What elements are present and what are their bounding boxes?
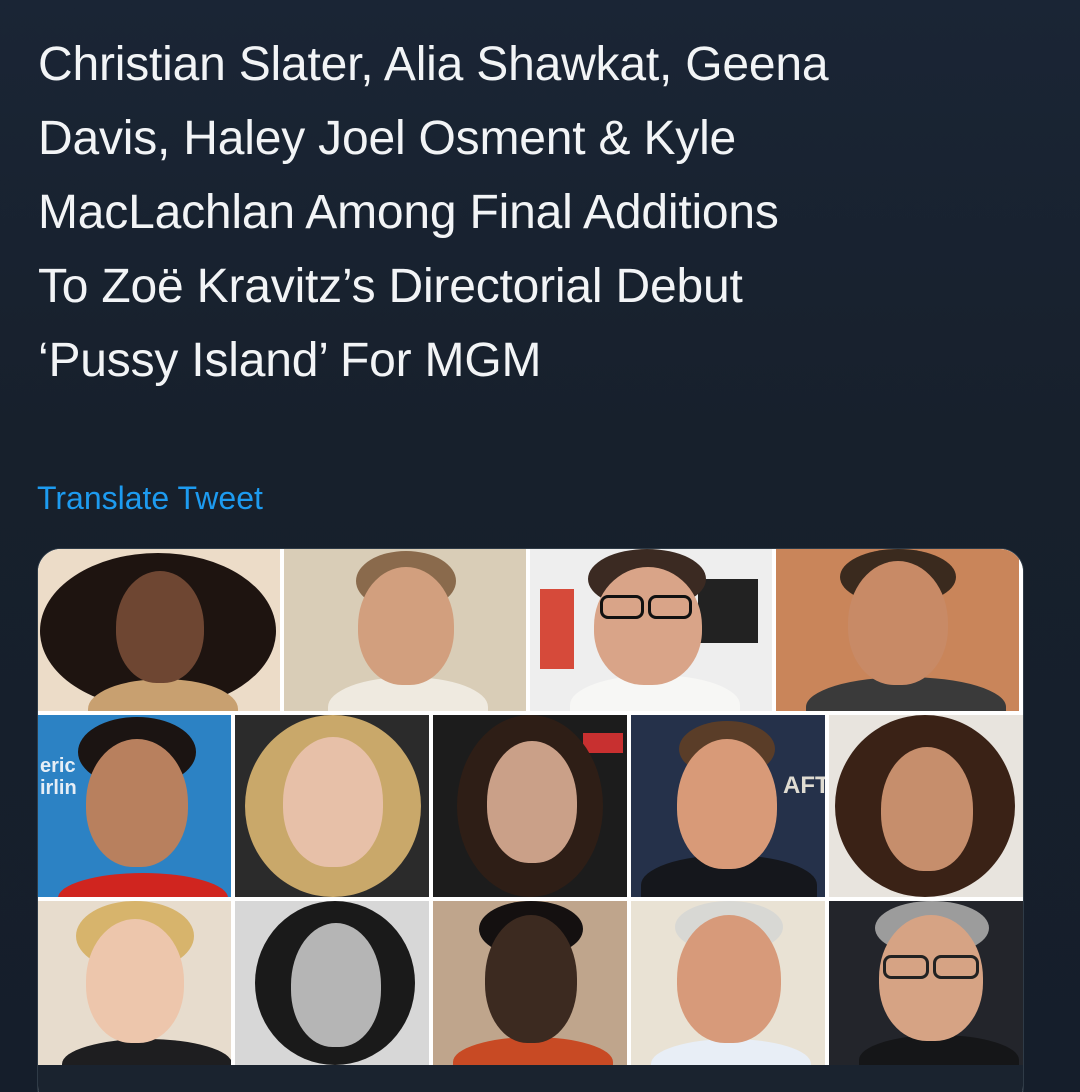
cast-photo bbox=[284, 549, 526, 711]
tweet-line: ‘Pussy Island’ For MGM bbox=[38, 334, 542, 387]
face-shape bbox=[358, 567, 454, 685]
cast-photo bbox=[235, 901, 429, 1065]
photo-row-1 bbox=[38, 549, 1023, 711]
cast-photo bbox=[433, 715, 627, 897]
cast-photo: eric irlin bbox=[38, 715, 231, 897]
face-shape bbox=[881, 747, 973, 871]
cast-photo bbox=[38, 549, 280, 711]
face-shape bbox=[848, 561, 948, 685]
backdrop-shape bbox=[583, 733, 623, 753]
face-shape bbox=[86, 919, 184, 1043]
backdrop-sign-text: eric irlin bbox=[40, 755, 77, 799]
cast-photo bbox=[235, 715, 429, 897]
backdrop-shape bbox=[698, 579, 758, 643]
media-card-bottom bbox=[38, 1065, 1023, 1092]
face-shape bbox=[677, 739, 777, 869]
face-shape bbox=[485, 915, 577, 1043]
backdrop-shape bbox=[540, 589, 574, 669]
face-shape bbox=[677, 915, 781, 1043]
cast-photo bbox=[38, 901, 231, 1065]
face-shape bbox=[291, 923, 381, 1047]
face-shape bbox=[86, 739, 188, 867]
tweet-text: Christian Slater, Alia Shawkat, Geena Da… bbox=[38, 28, 1048, 398]
cast-photo bbox=[631, 901, 825, 1065]
cast-photo bbox=[776, 549, 1019, 711]
backdrop-sign-text: AFT bbox=[783, 772, 825, 799]
cast-photo bbox=[829, 715, 1023, 897]
cast-photo bbox=[530, 549, 772, 711]
glasses-shape bbox=[933, 955, 979, 979]
translate-tweet-link[interactable]: Translate Tweet bbox=[37, 478, 263, 518]
cast-photo bbox=[433, 901, 627, 1065]
torso-shape bbox=[62, 1039, 231, 1065]
tweet-line: MacLachlan Among Final Additions bbox=[38, 186, 779, 239]
cast-photo: AFT bbox=[631, 715, 825, 897]
face-shape bbox=[116, 571, 204, 683]
tweet-line: To Zoë Kravitz’s Directorial Debut bbox=[38, 260, 743, 313]
face-shape bbox=[487, 741, 577, 863]
tweet-line: Davis, Haley Joel Osment & Kyle bbox=[38, 112, 737, 165]
photo-row-2: eric irlin AFT bbox=[38, 715, 1023, 897]
face-shape bbox=[283, 737, 383, 867]
media-image-card[interactable]: eric irlin AFT bbox=[37, 548, 1024, 1092]
cast-photo bbox=[829, 901, 1023, 1065]
torso-shape bbox=[58, 873, 228, 897]
glasses-shape bbox=[883, 955, 929, 979]
photo-row-3 bbox=[38, 901, 1023, 1065]
face-shape bbox=[594, 567, 702, 685]
tweet-line: Christian Slater, Alia Shawkat, Geena bbox=[38, 38, 829, 91]
glasses-shape bbox=[648, 595, 692, 619]
glasses-shape bbox=[600, 595, 644, 619]
